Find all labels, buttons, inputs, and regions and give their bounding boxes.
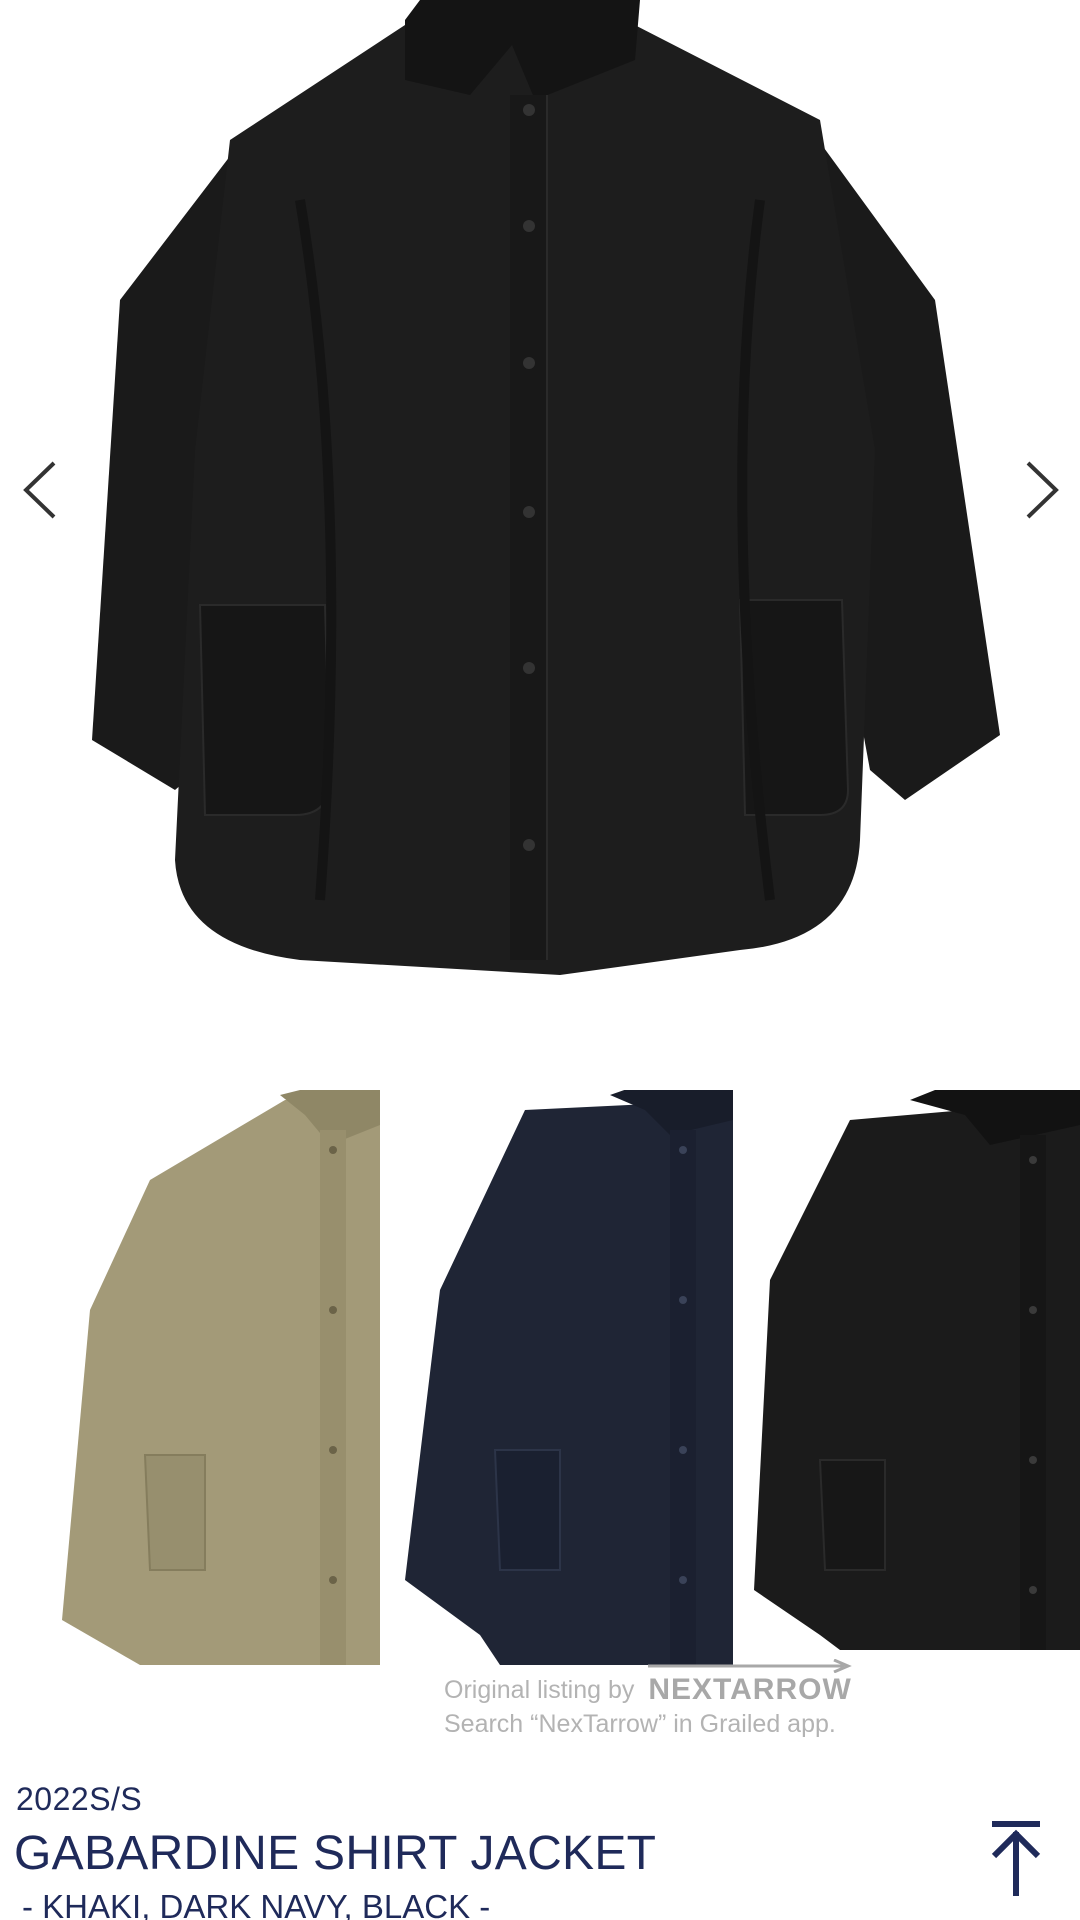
watermark-prefix: Original listing by bbox=[444, 1675, 635, 1704]
scroll-to-top-button[interactable] bbox=[986, 1818, 1046, 1898]
variant-dark-navy-image[interactable] bbox=[400, 1090, 733, 1670]
shirt-jacket-black-thumb-image bbox=[754, 1090, 1080, 1650]
product-colors-line: - KHAKI, DARK NAVY, BLACK - bbox=[22, 1888, 491, 1920]
carousel-next-button[interactable] bbox=[1018, 455, 1068, 525]
variant-black-image[interactable] bbox=[750, 1090, 1080, 1670]
product-title: GABARDINE SHIRT JACKET bbox=[14, 1827, 657, 1880]
chevron-right-icon bbox=[1026, 461, 1059, 519]
shirt-jacket-dark-navy-image bbox=[405, 1090, 733, 1665]
product-season: 2022S/S bbox=[16, 1781, 143, 1817]
chevron-left-icon bbox=[23, 461, 56, 519]
listing-watermark: Original listing by NEXTARROW Search “Ne… bbox=[444, 1659, 904, 1739]
product-page: Original listing by NEXTARROW Search “Ne… bbox=[0, 0, 1080, 1920]
main-product-image[interactable] bbox=[0, 0, 1080, 1000]
brand-arrow-icon bbox=[648, 1659, 853, 1673]
shirt-jacket-khaki-image bbox=[62, 1090, 380, 1665]
watermark-brand: NEXTARROW bbox=[648, 1659, 853, 1707]
watermark-search-hint: Search “NexTarrow” in Grailed app. bbox=[444, 1710, 836, 1738]
arrow-to-top-icon bbox=[991, 1821, 1041, 1896]
variant-khaki-image[interactable] bbox=[0, 1090, 380, 1670]
shirt-jacket-black-image bbox=[92, 0, 1000, 975]
carousel-prev-button[interactable] bbox=[18, 455, 68, 525]
